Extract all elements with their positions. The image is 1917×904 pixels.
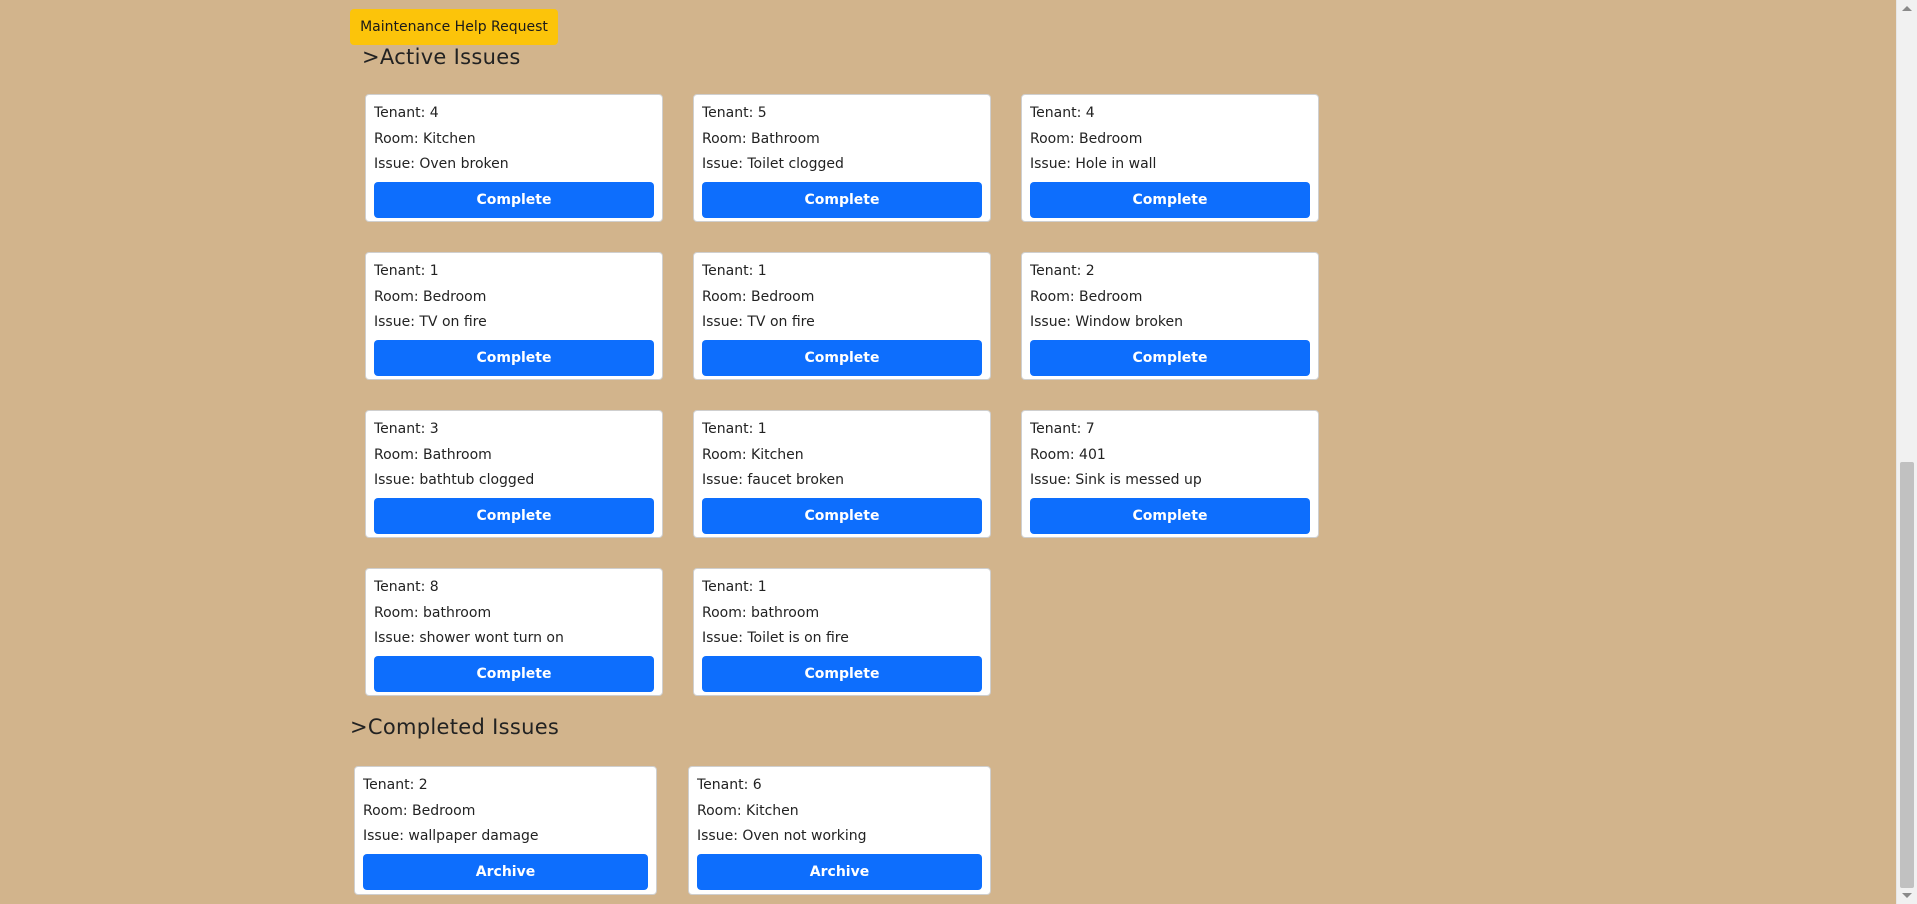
issue-label: Issue: Sink is messed up xyxy=(1030,472,1202,488)
issue-label: Issue: Oven broken xyxy=(374,156,509,172)
complete-button[interactable]: Complete xyxy=(702,497,982,534)
room-label: Room: Kitchen xyxy=(702,446,804,463)
active-issues-heading: >Active Issues xyxy=(362,45,521,69)
tenant-label: Tenant: 3 xyxy=(374,421,439,437)
tenant-label: Tenant: 1 xyxy=(374,263,439,279)
room-label: Room: Bathroom xyxy=(702,130,820,147)
room-label: Room: Bathroom xyxy=(374,446,492,463)
complete-button[interactable]: Complete xyxy=(1030,181,1310,218)
tenant-label: Tenant: 4 xyxy=(1030,105,1095,121)
scroll-up-arrow-icon[interactable] xyxy=(1902,6,1912,11)
issue-card: Tenant: 5 Room: Bathroom Issue: Toilet c… xyxy=(693,94,991,222)
tenant-label: Tenant: 1 xyxy=(702,579,767,595)
scrollbar-thumb[interactable] xyxy=(1900,462,1914,888)
issue-label: Issue: shower wont turn on xyxy=(374,630,564,646)
room-label: Room: bathroom xyxy=(702,604,820,621)
complete-button[interactable]: Complete xyxy=(702,339,982,376)
completed-issue-card: Tenant: 2 Room: Bedroom Issue: wallpaper… xyxy=(354,766,657,895)
tenant-label: Tenant: 2 xyxy=(1030,263,1095,279)
complete-button[interactable]: Complete xyxy=(374,339,654,376)
issue-label: Issue: wallpaper damage xyxy=(363,828,539,844)
active-issues-grid: Tenant: 4 Room: Kitchen Issue: Oven brok… xyxy=(365,94,1319,696)
tenant-label: Tenant: 2 xyxy=(363,777,428,793)
room-label: Room: Bedroom xyxy=(374,288,487,305)
maintenance-help-request-button[interactable]: Maintenance Help Request xyxy=(350,9,558,45)
room-label: Room: Kitchen xyxy=(697,802,799,819)
complete-button[interactable]: Complete xyxy=(702,181,982,218)
issue-label: Issue: Hole in wall xyxy=(1030,156,1157,172)
issue-label: Issue: Oven not working xyxy=(697,828,867,844)
room-label: Room: Bedroom xyxy=(702,288,815,305)
room-label: Room: Bedroom xyxy=(363,802,476,819)
issue-card: Tenant: 1 Room: bathroom Issue: Toilet i… xyxy=(693,568,991,696)
issue-label: Issue: Window broken xyxy=(1030,314,1184,330)
completed-issue-card: Tenant: 6 Room: Kitchen Issue: Oven not … xyxy=(688,766,991,895)
room-label: Room: 401 xyxy=(1030,446,1106,463)
tenant-label: Tenant: 4 xyxy=(374,105,439,121)
room-label: Room: Bedroom xyxy=(1030,288,1143,305)
completed-issues-grid: Tenant: 2 Room: Bedroom Issue: wallpaper… xyxy=(354,766,991,895)
issue-card: Tenant: 1 Room: Kitchen Issue: faucet br… xyxy=(693,410,991,538)
issue-label: Issue: bathtub clogged xyxy=(374,472,535,488)
archive-button[interactable]: Archive xyxy=(363,853,648,890)
complete-button[interactable]: Complete xyxy=(374,181,654,218)
tenant-label: Tenant: 1 xyxy=(702,421,767,437)
issue-card: Tenant: 8 Room: bathroom Issue: shower w… xyxy=(365,568,663,696)
issue-card: Tenant: 1 Room: Bedroom Issue: TV on fir… xyxy=(365,252,663,380)
issue-card: Tenant: 3 Room: Bathroom Issue: bathtub … xyxy=(365,410,663,538)
complete-button[interactable]: Complete xyxy=(374,655,654,692)
room-label: Room: Kitchen xyxy=(374,130,476,147)
complete-button[interactable]: Complete xyxy=(1030,339,1310,376)
page: Maintenance Help Request >Active Issues … xyxy=(0,0,1896,904)
room-label: Room: bathroom xyxy=(374,604,492,621)
scroll-down-arrow-icon[interactable] xyxy=(1902,893,1912,898)
tenant-label: Tenant: 5 xyxy=(702,105,767,121)
issue-card: Tenant: 1 Room: Bedroom Issue: TV on fir… xyxy=(693,252,991,380)
room-label: Room: Bedroom xyxy=(1030,130,1143,147)
vertical-scrollbar[interactable] xyxy=(1896,0,1917,904)
issue-card: Tenant: 4 Room: Bedroom Issue: Hole in w… xyxy=(1021,94,1319,222)
issue-card: Tenant: 7 Room: 401 Issue: Sink is messe… xyxy=(1021,410,1319,538)
issue-label: Issue: TV on fire xyxy=(702,314,815,330)
issue-label: Issue: TV on fire xyxy=(374,314,487,330)
tenant-label: Tenant: 8 xyxy=(374,579,439,595)
archive-button[interactable]: Archive xyxy=(697,853,982,890)
issue-label: Issue: Toilet clogged xyxy=(702,156,844,172)
issue-card: Tenant: 4 Room: Kitchen Issue: Oven brok… xyxy=(365,94,663,222)
tenant-label: Tenant: 1 xyxy=(702,263,767,279)
issue-label: Issue: Toilet is on fire xyxy=(702,630,849,646)
issue-label: Issue: faucet broken xyxy=(702,472,844,488)
tenant-label: Tenant: 6 xyxy=(697,777,762,793)
completed-issues-heading: >Completed Issues xyxy=(350,715,560,739)
complete-button[interactable]: Complete xyxy=(702,655,982,692)
tenant-label: Tenant: 7 xyxy=(1030,421,1095,437)
complete-button[interactable]: Complete xyxy=(1030,497,1310,534)
issue-card: Tenant: 2 Room: Bedroom Issue: Window br… xyxy=(1021,252,1319,380)
complete-button[interactable]: Complete xyxy=(374,497,654,534)
